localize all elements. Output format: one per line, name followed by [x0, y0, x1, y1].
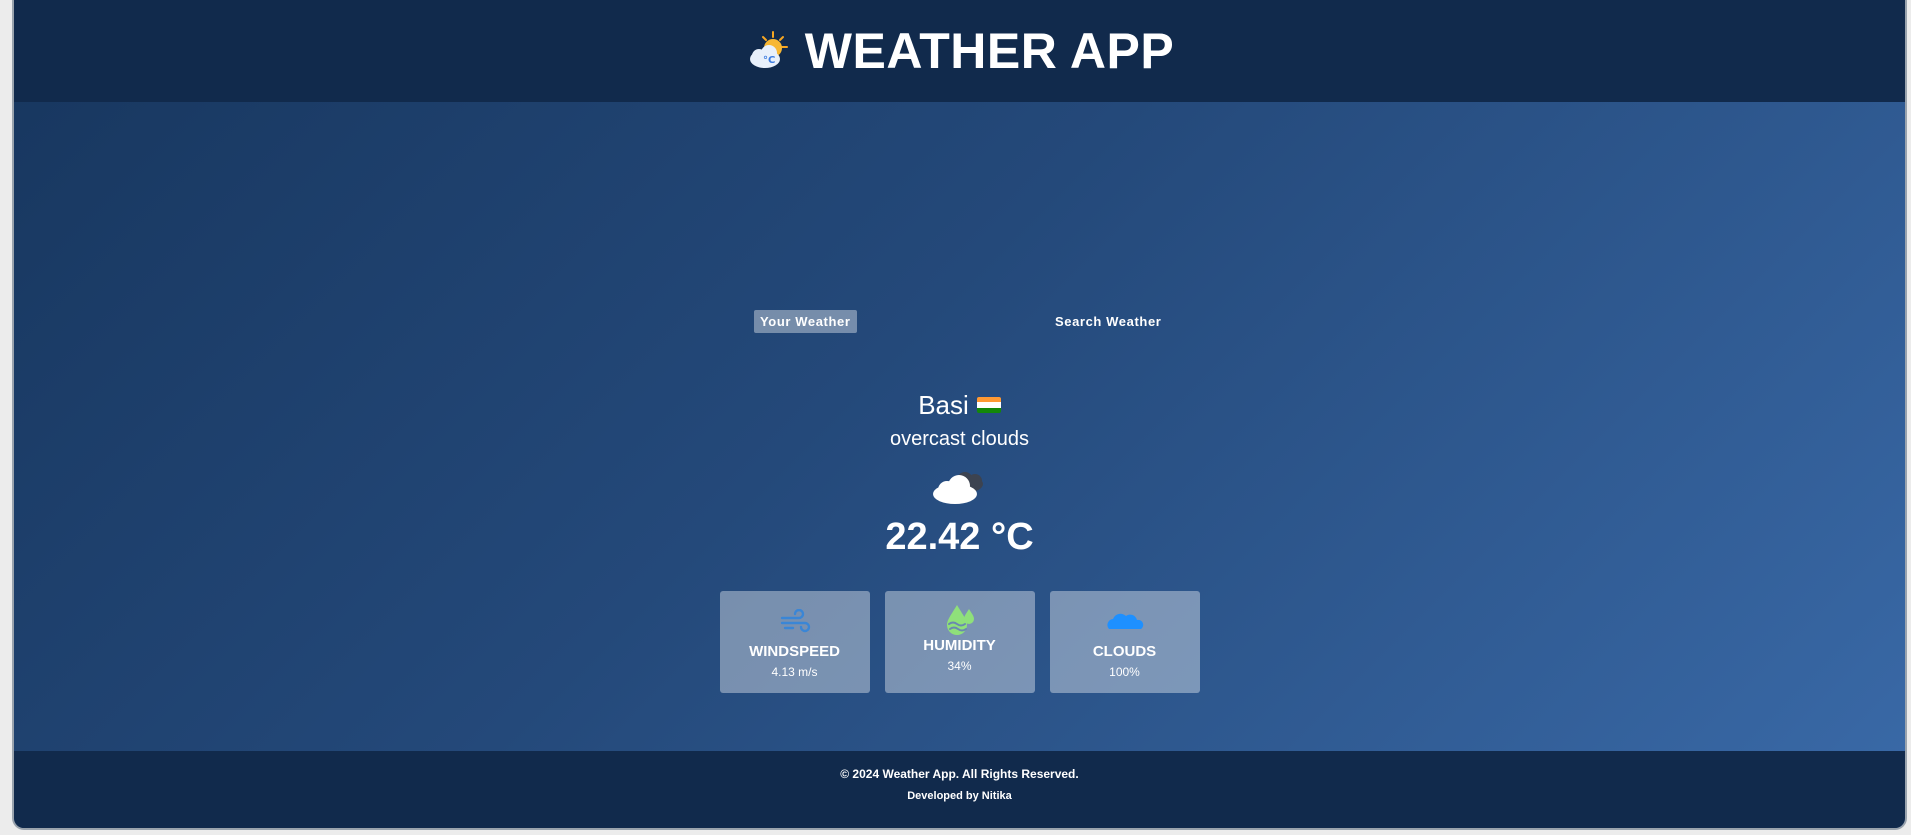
clouds-value: 100%: [1109, 665, 1140, 679]
wind-icon: [780, 609, 810, 633]
windspeed-title: WINDSPEED: [749, 643, 840, 660]
weather-description: overcast clouds: [890, 428, 1029, 450]
sun-cloud-celsius-icon: °C: [745, 28, 791, 74]
city-name: Basi: [918, 389, 969, 420]
copyright-text: © 2024 Weather App. All Rights Reserved.: [840, 767, 1079, 781]
app-title: WEATHER APP: [804, 23, 1175, 79]
windspeed-value: 4.13 m/s: [771, 665, 818, 679]
developer-credit: Developed by Nitika: [907, 790, 1012, 802]
humidity-card: HUMIDITY 34%: [884, 591, 1035, 693]
city-row: Basi: [14, 388, 1905, 422]
tab-bar: Your Weather Search Weather: [14, 310, 1905, 334]
app-footer: © 2024 Weather App. All Rights Reserved.…: [14, 751, 1905, 828]
clouds-card: CLOUDS 100%: [1049, 591, 1200, 693]
app-header: °C WEATHER APP: [14, 0, 1905, 102]
tab-search-weather[interactable]: Search Weather: [1049, 310, 1167, 333]
humidity-title: HUMIDITY: [923, 637, 996, 654]
stats-cards: WINDSPEED 4.13 m/s HUMIDITY 34% CLOUDS 1…: [14, 591, 1905, 693]
india-flag-icon: [976, 397, 1001, 413]
humidity-drops-icon: [946, 605, 974, 635]
temperature: 22.42 °C: [885, 516, 1034, 558]
humidity-value: 34%: [947, 659, 972, 673]
current-weather: Basi overcast clouds 22.42 °C: [14, 388, 1905, 560]
windspeed-card: WINDSPEED 4.13 m/s: [719, 591, 870, 693]
svg-text:°C: °C: [763, 55, 775, 66]
overcast-clouds-icon: [929, 466, 991, 506]
app-window: °C WEATHER APP Your Weather Search Weath…: [12, 0, 1907, 830]
clouds-title: CLOUDS: [1092, 643, 1157, 660]
tab-your-weather[interactable]: Your Weather: [754, 310, 857, 333]
cloud-icon: [1106, 613, 1143, 629]
